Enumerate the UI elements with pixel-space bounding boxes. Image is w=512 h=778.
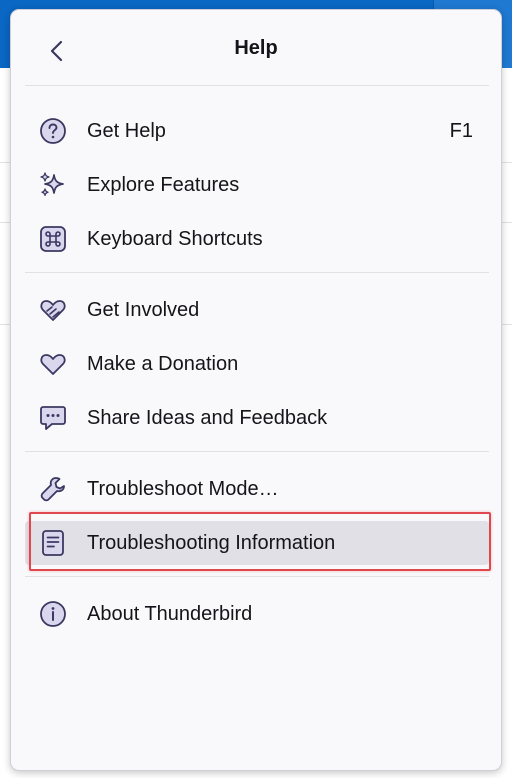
menu-separator xyxy=(25,451,489,452)
menu-item-keyboard-shortcuts[interactable]: Keyboard Shortcuts xyxy=(25,217,489,261)
menu-item-label: Troubleshooting Information xyxy=(87,532,336,554)
menu-item-label: About Thunderbird xyxy=(87,603,253,625)
menu-item-about-thunderbird[interactable]: About Thunderbird xyxy=(25,592,489,636)
panel-title: Help xyxy=(234,37,278,59)
document-icon xyxy=(39,529,67,557)
menu-item-get-help[interactable]: Get Help F1 xyxy=(25,109,489,153)
heart-hands-icon xyxy=(39,296,67,324)
menu-item-label: Get Involved xyxy=(87,299,200,321)
menu-item-make-donation[interactable]: Make a Donation xyxy=(25,342,489,386)
shortcut-key: F1 xyxy=(449,120,473,142)
menu-item-troubleshoot-mode[interactable]: Troubleshoot Mode… xyxy=(25,467,489,511)
menu-item-label: Make a Donation xyxy=(87,353,239,375)
menu-item-explore-features[interactable]: Explore Features xyxy=(25,163,489,207)
menu-separator xyxy=(25,576,489,577)
sparkles-icon xyxy=(39,171,67,199)
heart-icon xyxy=(39,350,67,378)
info-circle-icon xyxy=(39,600,67,628)
panel-header: Help xyxy=(11,10,501,86)
menu-item-share-ideas[interactable]: Share Ideas and Feedback xyxy=(25,396,489,440)
menu-item-label: Get Help xyxy=(87,120,166,142)
menu-item-get-involved[interactable]: Get Involved xyxy=(25,288,489,332)
help-menu-panel: Help Get Help F1 Explore Features Keyboa… xyxy=(10,9,502,771)
menu-item-label: Share Ideas and Feedback xyxy=(87,407,328,429)
wrench-icon xyxy=(39,475,67,503)
menu-item-label: Keyboard Shortcuts xyxy=(87,228,263,250)
command-key-icon xyxy=(39,225,67,253)
header-separator xyxy=(25,85,489,86)
menu-separator xyxy=(25,272,489,273)
menu-item-troubleshooting-information[interactable]: Troubleshooting Information xyxy=(25,521,489,565)
help-circle-icon xyxy=(39,117,67,145)
menu-item-label: Explore Features xyxy=(87,174,240,196)
chat-bubble-icon xyxy=(39,404,67,432)
menu-item-label: Troubleshoot Mode… xyxy=(87,478,279,500)
